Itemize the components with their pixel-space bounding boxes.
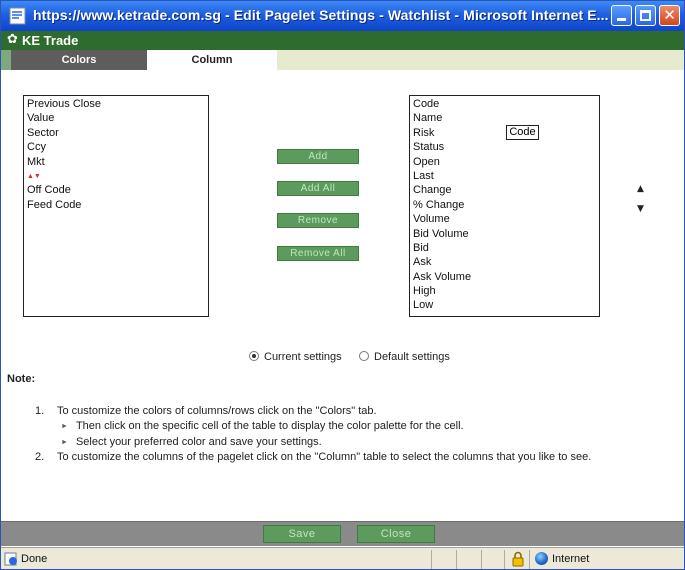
tooltip: Code bbox=[506, 125, 539, 140]
note-item-2: 2. To customize the columns of the pagele… bbox=[35, 451, 591, 463]
up-down-arrow-icon: ▲▼ bbox=[27, 172, 41, 180]
list-item[interactable]: Change bbox=[410, 183, 599, 197]
selected-columns-list[interactable]: Code Name Risk Status Open Last Change %… bbox=[409, 95, 600, 317]
list-item[interactable]: % Change bbox=[410, 198, 599, 212]
current-settings-option[interactable]: Current settings bbox=[249, 351, 342, 363]
maximize-icon bbox=[640, 10, 651, 21]
list-item[interactable]: Ccy bbox=[24, 140, 208, 154]
list-item[interactable]: Feed Code bbox=[24, 198, 208, 212]
arrow-right-icon: ► bbox=[61, 423, 68, 430]
app-header: ✿ KE Trade bbox=[1, 31, 684, 50]
note-text: To customize the columns of the pagelet … bbox=[57, 451, 592, 463]
default-settings-radio[interactable] bbox=[359, 351, 369, 361]
move-up-arrow-icon[interactable]: ▲ bbox=[637, 184, 644, 194]
note-item-1: 1. To customize the colors of columns/row… bbox=[35, 405, 377, 417]
minimize-button[interactable] bbox=[611, 5, 632, 26]
tab-column[interactable]: Column bbox=[147, 50, 277, 70]
list-item[interactable]: Name bbox=[410, 111, 599, 125]
status-divider bbox=[504, 550, 505, 569]
close-icon: ✕ bbox=[663, 6, 676, 24]
note-text: To customize the colors of columns/rows … bbox=[57, 405, 377, 417]
move-down-arrow-icon[interactable]: ▼ bbox=[637, 204, 644, 214]
status-divider bbox=[529, 550, 530, 569]
minimize-icon bbox=[617, 18, 626, 21]
note-number: 1. bbox=[35, 405, 45, 417]
list-item[interactable]: Ask bbox=[410, 255, 599, 269]
maximize-button[interactable] bbox=[635, 5, 656, 26]
save-button[interactable]: Save bbox=[263, 525, 341, 543]
note-subitem-2: ► Select your preferred color and save yo… bbox=[61, 436, 322, 448]
current-settings-label: Current settings bbox=[264, 351, 342, 363]
list-item[interactable]: Volume bbox=[410, 212, 599, 226]
security-zone: Internet bbox=[552, 553, 590, 565]
list-item[interactable]: Risk bbox=[410, 126, 599, 140]
list-item-updown-arrows[interactable]: ▲▼ bbox=[24, 169, 208, 183]
note-text: Select your preferred color and save you… bbox=[75, 436, 322, 448]
remove-all-button[interactable]: Remove All bbox=[277, 246, 359, 261]
status-divider bbox=[431, 550, 432, 569]
list-item[interactable]: High bbox=[410, 284, 599, 298]
list-item[interactable]: Open bbox=[410, 155, 599, 169]
status-bar: Done Internet bbox=[1, 547, 684, 569]
status-divider bbox=[481, 550, 482, 569]
list-item[interactable]: Off Code bbox=[24, 183, 208, 197]
list-item[interactable]: Status bbox=[410, 140, 599, 154]
status-divider bbox=[456, 550, 457, 569]
list-item[interactable]: Previous Close bbox=[24, 97, 208, 111]
tab-colors[interactable]: Colors bbox=[11, 50, 147, 70]
add-all-button[interactable]: Add All bbox=[277, 181, 359, 196]
browser-window: https://www.ketrade.com.sg - Edit Pagele… bbox=[0, 0, 685, 570]
list-item[interactable]: Mkt bbox=[24, 155, 208, 169]
list-item[interactable]: Sector bbox=[24, 126, 208, 140]
close-window-button[interactable]: ✕ bbox=[659, 5, 680, 26]
globe-icon bbox=[535, 552, 548, 565]
list-item[interactable]: Bid bbox=[410, 241, 599, 255]
title-bar: https://www.ketrade.com.sg - Edit Pagele… bbox=[1, 1, 684, 31]
lock-icon bbox=[512, 551, 524, 567]
action-bar: Save Close bbox=[1, 521, 684, 546]
default-settings-option[interactable]: Default settings bbox=[359, 351, 450, 363]
list-item[interactable]: Value bbox=[24, 111, 208, 125]
default-settings-label: Default settings bbox=[374, 351, 450, 363]
available-columns-list[interactable]: Previous Close Value Sector Ccy Mkt ▲▼ O… bbox=[23, 95, 209, 317]
window-title: https://www.ketrade.com.sg - Edit Pagele… bbox=[33, 7, 609, 23]
list-item[interactable]: Low bbox=[410, 298, 599, 312]
ie-icon bbox=[9, 7, 26, 25]
app-title: KE Trade bbox=[22, 33, 79, 48]
note-title: Note: bbox=[7, 373, 36, 385]
remove-button[interactable]: Remove bbox=[277, 213, 359, 228]
current-settings-radio[interactable] bbox=[249, 351, 259, 361]
note-subitem-1: ► Then click on the specific cell of the … bbox=[61, 420, 464, 432]
close-button[interactable]: Close bbox=[357, 525, 435, 543]
tab-bar-filler bbox=[277, 50, 684, 70]
note-number: 2. bbox=[35, 451, 45, 463]
list-item[interactable]: Ask Volume bbox=[410, 270, 599, 284]
arrow-right-icon: ► bbox=[61, 439, 68, 446]
gear-icon: ✿ bbox=[7, 32, 18, 47]
note-text: Then click on the specific cell of the t… bbox=[75, 420, 464, 432]
tab-bar: Colors Column bbox=[1, 50, 684, 70]
list-item[interactable]: Code bbox=[410, 97, 599, 111]
add-button[interactable]: Add bbox=[277, 149, 359, 164]
status-text: Done bbox=[21, 553, 48, 565]
list-item[interactable]: Last bbox=[410, 169, 599, 183]
list-item[interactable]: Bid Volume bbox=[410, 227, 599, 241]
page-done-icon bbox=[4, 552, 17, 566]
